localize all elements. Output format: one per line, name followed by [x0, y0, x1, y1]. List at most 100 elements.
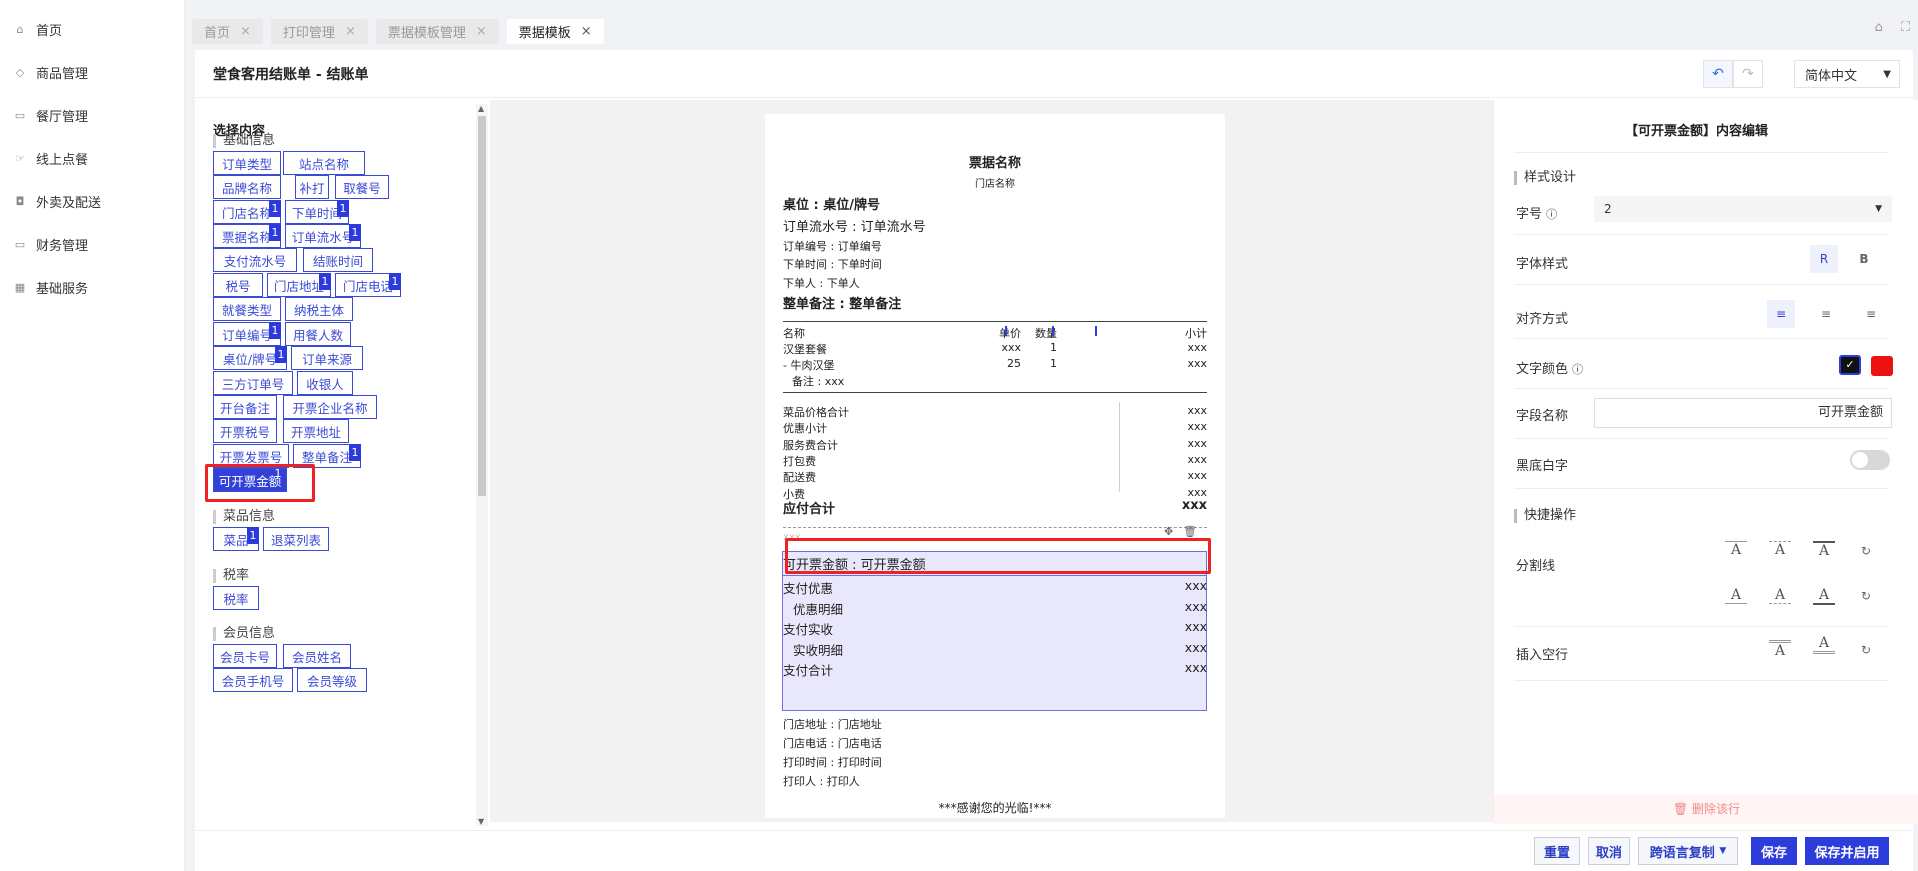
receipt-table[interactable]: 桌位 : 桌位/牌号 — [783, 194, 880, 213]
sidebar-item[interactable]: ▭ 餐厅管理 — [0, 94, 185, 137]
cancel-button[interactable]: 取消 — [1588, 837, 1630, 865]
receipt-orderer[interactable]: 下单人 : 下单人 — [783, 275, 860, 291]
payment-value[interactable]: xxx — [1185, 640, 1207, 655]
summary-label[interactable]: 优惠小计 — [783, 420, 827, 436]
field-chip[interactable]: 取餐号 — [335, 175, 389, 199]
field-chip[interactable]: 站点名称 — [283, 151, 365, 175]
field-chip[interactable]: 品牌名称 — [213, 175, 281, 199]
field-chip[interactable]: 纳税主体 — [285, 297, 353, 321]
reset-blank-line-icon[interactable]: ↻ — [1852, 636, 1880, 664]
field-chip[interactable]: 会员姓名 — [283, 644, 351, 668]
receipt-order-time[interactable]: 下单时间 : 下单时间 — [783, 256, 882, 272]
field-chip[interactable]: 订单编号 1 — [213, 322, 281, 346]
close-icon[interactable]: × — [240, 24, 251, 39]
divider-top-solid-icon[interactable]: A — [1725, 541, 1747, 558]
sidebar-item[interactable]: ▭ 财务管理 — [0, 223, 185, 266]
sidebar-item[interactable]: ◘ 外卖及配送 — [0, 180, 185, 223]
field-chip[interactable]: 门店电话 1 — [335, 273, 401, 297]
font-style-bold-button[interactable]: B — [1850, 245, 1878, 273]
undo-button[interactable]: ↶ — [1703, 60, 1733, 88]
receipt-print-time[interactable]: 打印时间 : 打印时间 — [783, 754, 882, 770]
field-chip[interactable]: 订单类型 — [213, 151, 281, 175]
color-black-swatch[interactable]: ✓ — [1839, 355, 1861, 375]
field-chip[interactable]: 开票税号 — [213, 419, 277, 443]
item-note[interactable]: 备注 : xxx — [792, 373, 844, 389]
payment-label[interactable]: 支付实收 — [783, 619, 833, 638]
field-chip[interactable]: 税率 — [213, 586, 259, 610]
payment-label[interactable]: 支付优惠 — [783, 578, 833, 597]
close-icon[interactable]: × — [476, 24, 487, 39]
field-chip[interactable]: 会员手机号 — [213, 668, 293, 692]
field-name-input[interactable]: 可开票金额 — [1594, 398, 1892, 428]
field-chip[interactable]: 开票地址 — [283, 419, 349, 443]
field-chip[interactable]: 用餐人数 — [285, 322, 351, 346]
insert-blank-above-icon[interactable]: A — [1769, 640, 1791, 659]
summary-value[interactable]: xxx — [1187, 486, 1207, 499]
field-chip[interactable]: 收银人 — [297, 371, 353, 395]
scroll-down-icon[interactable]: ▼ — [478, 817, 484, 826]
insert-blank-below-icon[interactable]: A — [1813, 635, 1835, 654]
field-chip[interactable]: 会员卡号 — [213, 644, 277, 668]
payment-label[interactable]: 支付合计 — [783, 660, 833, 679]
receipt-address[interactable]: 门店地址 : 门店地址 — [783, 716, 882, 732]
item-price[interactable]: xxx — [1001, 341, 1021, 354]
summary-value[interactable]: xxx — [1187, 420, 1207, 433]
item-name[interactable]: 汉堡套餐 — [783, 341, 827, 357]
field-chip[interactable]: 开台备注 — [213, 395, 277, 419]
redo-button[interactable]: ↷ — [1733, 60, 1763, 88]
copy-language-button[interactable]: 跨语言复制 ▼ — [1638, 837, 1738, 865]
summary-value[interactable]: xxx — [1187, 469, 1207, 482]
receipt-order-no[interactable]: 订单编号 : 订单编号 — [783, 238, 882, 254]
color-red-swatch[interactable] — [1871, 356, 1893, 376]
align-left-icon[interactable]: ≡ — [1767, 300, 1795, 328]
trash-icon[interactable]: 🗑 — [1183, 525, 1197, 538]
payment-value[interactable]: xxx — [1185, 660, 1207, 675]
picker-scrollbar[interactable]: ▲ ▼ — [476, 104, 488, 826]
field-chip[interactable]: 结账时间 — [303, 248, 373, 272]
field-chip[interactable]: 桌位/牌号 1 — [213, 346, 287, 370]
sidebar-item[interactable]: ☞ 线上点餐 — [0, 137, 185, 180]
align-right-icon[interactable]: ≡ — [1857, 300, 1885, 328]
item-subtotal[interactable]: xxx — [1187, 357, 1207, 370]
summary-label[interactable]: 服务费合计 — [783, 437, 838, 453]
payment-value[interactable]: xxx — [1185, 578, 1207, 593]
font-size-select[interactable]: 2 ▼ — [1594, 196, 1892, 222]
field-chip[interactable]: 开票企业名称 — [283, 395, 377, 419]
total-value[interactable]: xxx — [1182, 498, 1207, 513]
field-chip[interactable]: 订单来源 — [291, 346, 363, 370]
divider-bottom-dashed-icon[interactable]: A — [1769, 587, 1791, 604]
invert-toggle[interactable] — [1850, 450, 1890, 470]
sidebar-item[interactable]: ◇ 商品管理 — [0, 51, 185, 94]
close-icon[interactable]: × — [345, 24, 356, 39]
receipt-printer[interactable]: 打印人 : 打印人 — [783, 773, 860, 789]
item-subtotal[interactable]: xxx — [1187, 341, 1207, 354]
payment-label[interactable]: 实收明细 — [793, 640, 843, 659]
item-header[interactable]: 小计 — [1185, 325, 1207, 341]
sidebar-item[interactable]: ▦ 基础服务 — [0, 266, 185, 309]
field-chip[interactable]: 门店名称 1 — [213, 200, 281, 224]
item-name[interactable]: - 牛肉汉堡 — [783, 357, 834, 373]
reset-divider-top-icon[interactable]: ↻ — [1852, 537, 1880, 565]
summary-label[interactable]: 打包费 — [783, 453, 816, 469]
field-chip[interactable]: 退菜列表 — [263, 527, 329, 551]
payment-value[interactable]: xxx — [1185, 619, 1207, 634]
align-center-icon[interactable]: ≡ — [1812, 300, 1840, 328]
column-marker[interactable] — [1052, 326, 1054, 336]
summary-label[interactable]: 菜品价格合计 — [783, 404, 849, 420]
tab[interactable]: 打印管理 × — [270, 18, 368, 44]
column-marker[interactable] — [1005, 326, 1007, 336]
payment-value[interactable]: xxx — [1185, 599, 1207, 614]
move-icon[interactable]: ✥ — [1164, 525, 1173, 538]
item-header[interactable]: 名称 — [783, 325, 805, 341]
fullscreen-icon[interactable]: ⛶ — [1901, 20, 1910, 35]
save-enable-button[interactable]: 保存并启用 — [1805, 837, 1889, 865]
field-chip[interactable]: 订单流水号 1 — [285, 224, 361, 248]
reset-divider-bottom-icon[interactable]: ↻ — [1852, 582, 1880, 610]
save-button[interactable]: 保存 — [1751, 837, 1797, 865]
divider-top-dashed-icon[interactable]: A — [1769, 541, 1791, 558]
language-select[interactable]: 简体中文 ▼ — [1794, 60, 1900, 88]
receipt-serial[interactable]: 订单流水号 : 订单流水号 — [783, 216, 926, 235]
scrollbar-thumb[interactable] — [478, 116, 486, 496]
field-chip[interactable]: 菜品 1 — [213, 527, 259, 551]
scroll-up-icon[interactable]: ▲ — [478, 104, 484, 113]
